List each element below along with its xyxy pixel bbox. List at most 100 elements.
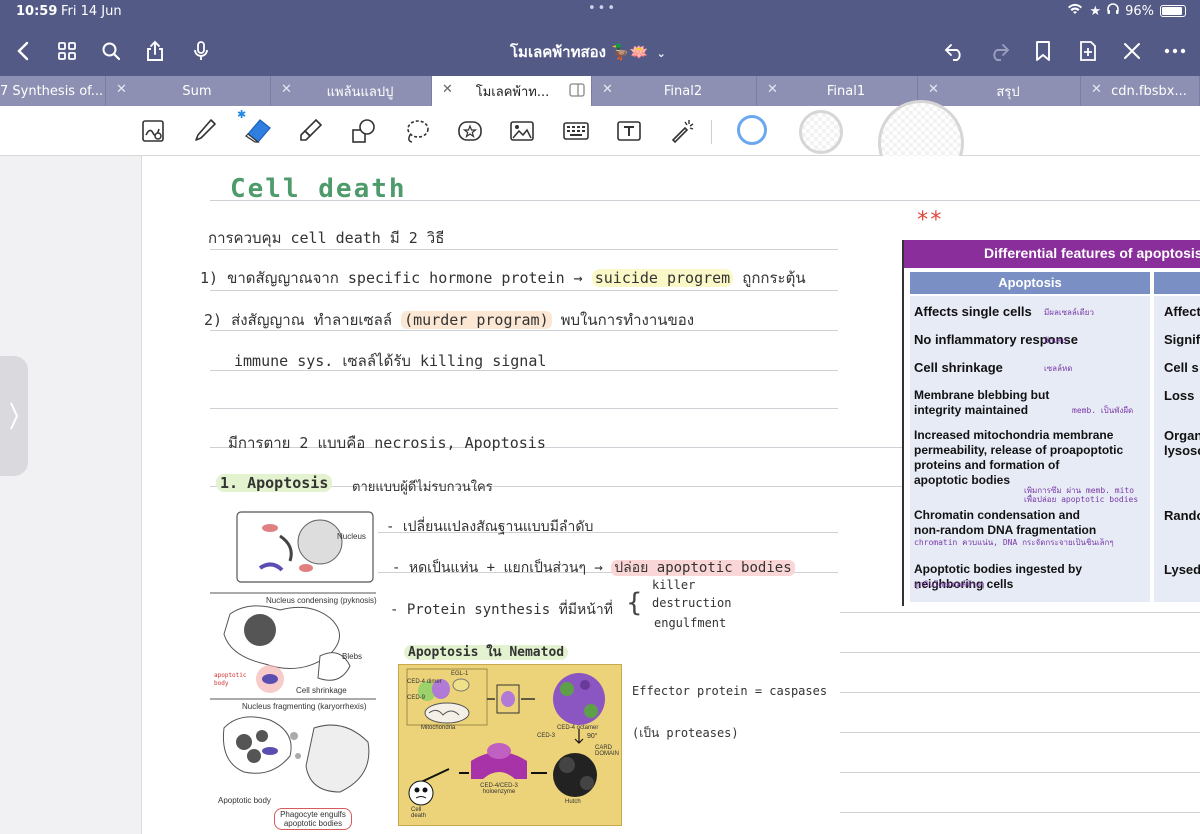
bullet-morphology: - เปลี่ยนแปลงสัณฐานแบบมีลำดับ — [386, 519, 594, 535]
bookmark-icon[interactable] — [1028, 36, 1058, 66]
ruled-line — [210, 408, 838, 409]
status-bar: 10:59 Fri 14 Jun ••• ★ 96% — [0, 0, 1200, 26]
close-tab-icon[interactable]: ✕ — [116, 82, 127, 97]
label-phagocyte: Phagocyte engulfs apoptotic bodies — [274, 808, 352, 830]
nematod-heading: Apoptosis ใน Nematod — [404, 641, 569, 662]
sticker-icon[interactable] — [455, 116, 485, 146]
bullet-protein: - Protein synthesis ที่มีหน้าที่ — [390, 602, 613, 618]
lasso-icon[interactable] — [402, 116, 432, 146]
label-shrinkage: Cell shrinkage — [296, 686, 347, 695]
apoptosis-stages-figure[interactable]: Nucleus Nucleus condensing (pyknosis) Bl… — [210, 506, 378, 834]
zoom-window-icon[interactable] — [138, 116, 168, 146]
left-gutter — [0, 156, 142, 834]
eraser-size-large[interactable] — [876, 100, 966, 156]
headphones-icon — [1107, 3, 1119, 19]
redo-icon[interactable] — [984, 36, 1014, 66]
nav-bar: โมเลคพ้าทสอง 🦆🪷 ⌄ — [0, 26, 1200, 76]
shapes-icon[interactable] — [349, 116, 379, 146]
highlight-suicide: suicide progrem — [591, 269, 734, 287]
chevron-down-icon: ⌄ — [656, 47, 666, 60]
label-card-domain: CARD DOMAIN — [595, 745, 619, 757]
label-fragmenting: Nucleus fragmenting (karyorrhexis) — [242, 702, 367, 711]
tab-label: 7 Synthesis of... — [0, 83, 104, 99]
document-title-text: โมเลคพ้าทสอง 🦆🪷 — [510, 43, 649, 61]
branch-destruction: destruction — [652, 596, 732, 610]
search-icon[interactable] — [96, 36, 126, 66]
label-hutch: Hutch — [565, 799, 581, 805]
eraser-icon[interactable]: ✱ — [237, 108, 273, 146]
table-row-feature: Membrane blebbing but integrity maintain… — [914, 388, 1050, 417]
label-ced9: CED-9 — [407, 695, 426, 701]
eraser-size-small[interactable] — [737, 115, 767, 145]
tab-lab-plan[interactable]: ✕ แพล้นแลปปู — [271, 76, 432, 106]
ruled-line — [840, 652, 1200, 653]
note-text: พบในการทำงานของ — [551, 311, 695, 329]
table-row-feature: Cell shrinkage — [914, 360, 1003, 375]
tab-label: Final1 — [826, 83, 866, 99]
ruled-line — [840, 812, 1200, 813]
close-tab-icon[interactable]: ✕ — [928, 82, 939, 97]
tab-label: แพล้นแลปปู — [326, 84, 394, 100]
split-view-icon[interactable] — [569, 83, 585, 101]
table-header: Differential features of apoptosis — [904, 240, 1200, 268]
note-line-signal-2: 2) ส่งสัญญาณ ทำลายเซลล์ (murder program)… — [204, 308, 694, 332]
apoptosis-heading-text: 1. Apoptosis — [216, 474, 333, 492]
bullet-release: - หดเป็นแห่น + แยกเป็นส่วนๆ → ปล่อย apop… — [392, 557, 795, 579]
back-chevron-icon[interactable] — [8, 36, 38, 66]
note-text: ถูกกระตุ้น — [733, 269, 806, 287]
status-date: Fri 14 Jun — [61, 4, 122, 19]
tab-label: Final2 — [663, 83, 703, 99]
pen-icon[interactable] — [190, 116, 220, 146]
multitask-dots-icon[interactable]: ••• — [588, 1, 617, 16]
table-row-handwritten-note: เพิ่มการซึม ผ่าน memb. mito เพื่อปล่อย a… — [1024, 486, 1139, 504]
label-condensing: Nucleus condensing (pyknosis) — [266, 596, 377, 605]
note-canvas[interactable]: Cell death การควบคุม cell death มี 2 วิธ… — [0, 156, 1200, 834]
table-row-right-column: Rando — [1164, 508, 1200, 523]
undo-icon[interactable] — [940, 36, 970, 66]
microphone-icon[interactable] — [186, 36, 216, 66]
tab-label: Sum — [182, 83, 212, 99]
proteases-note: (เป็น proteases) — [632, 726, 739, 740]
close-tab-icon[interactable]: ✕ — [281, 82, 292, 97]
more-icon[interactable] — [1160, 36, 1190, 66]
share-icon[interactable] — [140, 36, 170, 66]
keyboard-icon[interactable] — [561, 116, 591, 146]
nematod-pathway-figure[interactable]: EGL-1 CED-4 dimer CED-9 Mitochondria CED… — [398, 664, 622, 826]
table-row-right-column: Organ lysoso — [1164, 428, 1200, 458]
tab-cdn[interactable]: ✕ cdn.fbsbx... — [1081, 76, 1200, 106]
wifi-icon — [1067, 3, 1083, 19]
close-pen-icon[interactable] — [1117, 36, 1147, 66]
toolbar-divider — [711, 120, 712, 144]
highlighter-icon[interactable] — [296, 116, 326, 146]
label-apoptotic-note: apoptotic body — [214, 672, 247, 687]
table-row-right-column: Affect — [1164, 304, 1200, 319]
battery-percent: 96% — [1125, 3, 1154, 19]
differential-features-table[interactable]: Differential features of apoptosis Apopt… — [902, 240, 1200, 606]
sidebar-handle[interactable] — [0, 356, 28, 476]
branch-engulfment: engulfment — [654, 616, 727, 630]
laser-pointer-icon[interactable] — [667, 116, 697, 146]
close-tab-icon[interactable]: ✕ — [602, 82, 613, 97]
close-tab-icon[interactable]: ✕ — [442, 82, 453, 97]
document-title[interactable]: โมเลคพ้าทสอง 🦆🪷 ⌄ — [510, 40, 666, 64]
tab-final2[interactable]: ✕ Final2 — [592, 76, 757, 106]
tab-synthesis[interactable]: 7 Synthesis of... — [0, 76, 106, 106]
tab-sum[interactable]: ✕ Sum — [106, 76, 271, 106]
text-box-icon[interactable] — [614, 116, 644, 146]
label-nucleus: Nucleus — [337, 532, 366, 541]
highlight-apoptotic-bodies: ปล่อย apoptotic bodies — [611, 560, 795, 576]
image-icon[interactable] — [507, 116, 537, 146]
curly-brace-icon: { — [626, 588, 643, 618]
status-time: 10:59 — [16, 4, 58, 19]
nematod-heading-text: Apoptosis ใน Nematod — [404, 645, 569, 660]
close-tab-icon[interactable]: ✕ — [1091, 82, 1102, 97]
grid-icon[interactable] — [52, 36, 82, 66]
apoptosis-desc: ตายแบบผู้ดีไม่รบกวนใคร — [352, 480, 493, 495]
close-tab-icon[interactable]: ✕ — [767, 82, 778, 97]
table-row-handwritten-note: มีผลเซลล์เดียว — [1044, 308, 1094, 317]
tab-molecular-active[interactable]: ✕ โมเลคพ้าท... — [432, 76, 592, 106]
add-page-icon[interactable] — [1073, 36, 1103, 66]
label-ced4-octamer: CED-4 octamer — [557, 725, 599, 731]
eraser-size-medium[interactable] — [798, 109, 844, 155]
note-line-two-types: มีการตาย 2 แบบคือ necrosis, Apoptosis — [228, 434, 546, 452]
